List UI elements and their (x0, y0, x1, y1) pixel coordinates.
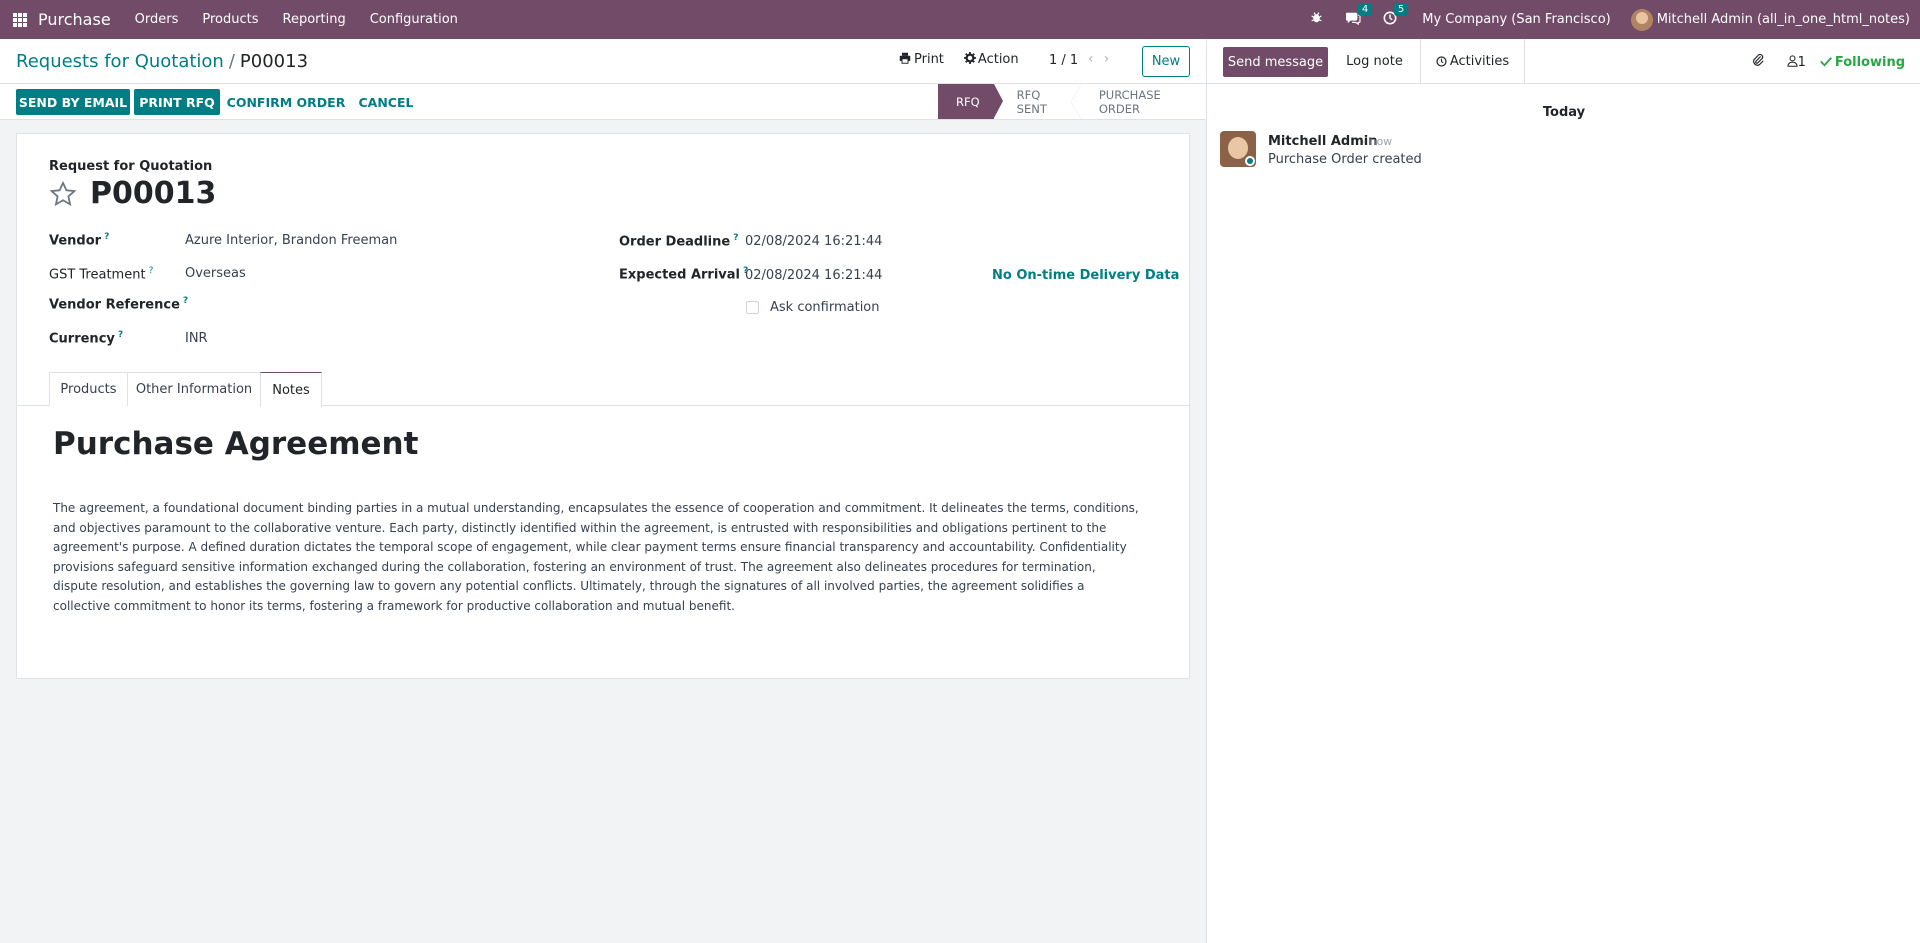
vendor-label: Vendor? (49, 232, 109, 248)
menu-configuration[interactable]: Configuration (370, 12, 458, 27)
print-label: Print (914, 52, 944, 67)
send-message-button[interactable]: Send message (1223, 47, 1328, 77)
app-name[interactable]: Purchase (38, 10, 111, 29)
breadcrumb-separator: / (228, 51, 235, 72)
message-body: Purchase Order created (1268, 152, 1422, 167)
order-deadline-label: Order Deadline? (619, 233, 738, 249)
stage-rfq[interactable]: RFQ (938, 84, 1003, 119)
print-rfq-button[interactable]: PRINT RFQ (134, 89, 220, 115)
currency-field[interactable]: INR (185, 331, 208, 346)
print-button[interactable]: Print (899, 52, 944, 67)
clock-icon (1436, 56, 1447, 67)
ask-confirmation-label: Ask confirmation (770, 300, 880, 315)
paperclip-icon[interactable] (1751, 53, 1765, 71)
help-icon[interactable]: ? (733, 233, 738, 243)
vendor-reference-label-text: Vendor Reference (49, 297, 180, 313)
chevron-right-icon[interactable]: › (1104, 51, 1120, 67)
tab-other-information[interactable]: Other Information (127, 372, 261, 406)
user-menu[interactable]: Mitchell Admin (all_in_one_html_notes) (1630, 8, 1910, 31)
action-button[interactable]: Action (963, 52, 1019, 67)
on-time-delivery-button[interactable]: No On-time Delivery Data (992, 268, 1179, 283)
expected-arrival-label-text: Expected Arrival (619, 267, 740, 283)
form-sheet: Request for Quotation P00013 Vendor? Azu… (16, 133, 1190, 679)
status-bar: SEND BY EMAIL PRINT RFQ CONFIRM ORDER CA… (0, 84, 1206, 120)
help-icon[interactable]: ? (118, 330, 123, 340)
chevron-left-icon[interactable]: ‹ (1088, 51, 1104, 67)
help-icon[interactable]: ? (149, 266, 154, 276)
print-icon (899, 52, 911, 64)
apps-grid-icon[interactable] (13, 12, 27, 27)
tab-notes[interactable]: Notes (260, 372, 322, 407)
company-switcher[interactable]: My Company (San Francisco) (1422, 12, 1610, 27)
vendor-reference-field[interactable] (185, 296, 485, 314)
star-icon[interactable] (49, 180, 77, 208)
messages-badge: 4 (1357, 2, 1373, 16)
ask-confirmation-checkbox[interactable] (746, 301, 759, 314)
document-kind: Request for Quotation (49, 159, 213, 174)
action-label: Action (977, 52, 1019, 67)
notes-body[interactable]: The agreement, a foundational document b… (53, 499, 1143, 616)
form-tabs: Products Other Information Notes (17, 372, 1189, 407)
send-by-email-button[interactable]: SEND BY EMAIL (16, 89, 130, 115)
pager-nav: ‹› (1088, 51, 1119, 67)
stage-purchase-order[interactable]: PURCHASE ORDER (1081, 84, 1206, 119)
breadcrumb-parent[interactable]: Requests for Quotation (16, 51, 224, 72)
chat-icon[interactable]: 4 (1345, 2, 1373, 29)
menu-products[interactable]: Products (202, 12, 258, 27)
vendor-reference-label: Vendor Reference? (49, 296, 188, 312)
breadcrumb: Requests for Quotation / P00013 (16, 51, 308, 72)
activities-button[interactable]: Activities (1421, 39, 1525, 84)
tab-products[interactable]: Products (49, 372, 128, 406)
activities-badge: 5 (1393, 2, 1409, 16)
gst-field[interactable]: Overseas (185, 266, 246, 281)
status-stages: RFQ RFQ SENT PURCHASE ORDER (938, 84, 1206, 119)
activities-label: Activities (1449, 54, 1510, 69)
breadcrumb-current: P00013 (239, 51, 309, 72)
chatter-panel: Send message Log note Activities 1 Follo… (1206, 39, 1920, 943)
order-deadline-field[interactable]: 02/08/2024 16:21:44 (745, 234, 882, 249)
date-separator: Today (1542, 105, 1586, 120)
bug-icon[interactable] (1310, 11, 1323, 28)
avatar[interactable] (1220, 131, 1256, 167)
gst-label-text: GST Treatment (49, 267, 146, 283)
gear-icon (963, 52, 976, 64)
clock-icon[interactable]: 5 (1383, 2, 1409, 29)
top-navbar: Purchase Orders Products Reporting Confi… (0, 0, 1920, 39)
following-label: Following (1834, 54, 1905, 70)
followers-count: 1 (1797, 54, 1806, 70)
log-note-button[interactable]: Log note (1329, 39, 1421, 84)
user-name: Mitchell Admin (all_in_one_html_notes) (1656, 12, 1910, 27)
notes-title[interactable]: Purchase Agreement (53, 426, 418, 462)
order-deadline-label-text: Order Deadline (619, 234, 731, 250)
avatar (1630, 8, 1653, 31)
currency-label-text: Currency (49, 331, 115, 347)
vendor-field[interactable]: Azure Interior, Brandon Freeman (185, 233, 397, 248)
stage-rfq-sent[interactable]: RFQ SENT (994, 84, 1082, 119)
confirm-order-button[interactable]: CONFIRM ORDER (224, 89, 348, 115)
chatter-topbar: Send message Log note Activities 1 Follo… (1207, 39, 1920, 84)
help-icon[interactable]: ? (104, 232, 109, 242)
menu-reporting[interactable]: Reporting (283, 12, 346, 27)
user-icon (1787, 54, 1798, 67)
document-name: P00013 (90, 176, 217, 211)
new-button[interactable]: New (1142, 46, 1190, 77)
online-status-icon (1245, 156, 1255, 166)
currency-label: Currency? (49, 330, 123, 346)
following-button[interactable]: Following (1819, 54, 1905, 70)
check-icon (1819, 56, 1832, 67)
pager-value[interactable]: 1 / 1 (1049, 53, 1078, 68)
expected-arrival-label: Expected Arrival? (619, 266, 748, 282)
message-time: - now (1362, 135, 1393, 148)
gst-label: GST Treatment? (49, 266, 153, 282)
menu-orders[interactable]: Orders (135, 12, 179, 27)
vendor-label-text: Vendor (49, 233, 102, 249)
expected-arrival-field[interactable]: 02/08/2024 16:21:44 (745, 268, 882, 283)
followers-button[interactable]: 1 (1787, 55, 1806, 70)
control-panel: Requests for Quotation / P00013 Print Acti… (0, 39, 1206, 84)
cancel-button[interactable]: CANCEL (354, 89, 418, 115)
